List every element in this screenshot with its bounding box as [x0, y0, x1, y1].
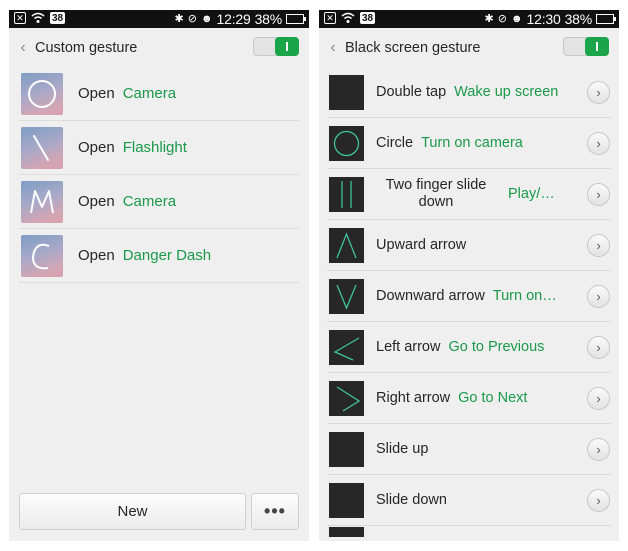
page-title: Black screen gesture: [345, 39, 481, 56]
wifi-icon: [341, 12, 355, 23]
gesture-label: Double tap: [376, 83, 447, 100]
black-screen-gesture-screen: ✕ 38 ✱ ⊘ ☻ 12:30 38% ‹ Black screen gest…: [319, 10, 619, 541]
gesture-label: Slide up: [376, 440, 429, 457]
gesture-label: Circle: [376, 134, 414, 151]
chevron-right-icon[interactable]: ›: [588, 286, 609, 307]
gesture-slide-down-thumbnail: [329, 482, 364, 518]
gesture-row[interactable]: Right arrow Go to Next ›: [327, 373, 611, 424]
gesture-verb: Open: [78, 84, 115, 102]
gesture-m-thumbnail: [21, 180, 63, 223]
gesture-row[interactable]: Double tap Wake up screen ›: [327, 67, 611, 118]
title-bar: ‹ Black screen gesture: [319, 28, 619, 67]
custom-gesture-list: Open Camera Open Flashlight Open Camera Ope…: [19, 67, 299, 283]
gesture-verb: Open: [78, 246, 115, 264]
gesture-label: Left arrow: [376, 338, 441, 355]
battery-percent: 38%: [564, 11, 593, 27]
notification-x-icon: ✕: [324, 12, 336, 24]
chevron-right-icon[interactable]: ›: [588, 82, 609, 103]
back-chevron-icon[interactable]: ‹: [321, 39, 345, 57]
gesture-label: Upward arrow: [376, 236, 467, 253]
gesture-circle-thumbnail: [21, 72, 63, 115]
gesture-up-arrow-thumbnail: [329, 227, 364, 263]
page-title: Custom gesture: [35, 39, 138, 56]
toggle-knob: [585, 37, 609, 56]
gesture-action: Go to Next: [458, 389, 528, 406]
gesture-action: Turn on…: [492, 287, 557, 304]
title-bar: ‹ Custom gesture: [9, 28, 309, 67]
gesture-row[interactable]: Slide down ›: [327, 475, 611, 526]
gesture-two-finger-thumbnail: [329, 176, 364, 212]
chevron-right-icon[interactable]: ›: [588, 388, 609, 409]
new-gesture-button[interactable]: New: [19, 493, 246, 530]
gesture-row[interactable]: Open Danger Dash: [19, 229, 299, 283]
back-chevron-icon[interactable]: ‹: [11, 39, 35, 57]
notification-x-icon: ✕: [14, 12, 26, 24]
gesture-label: Downward arrow: [376, 287, 485, 304]
gesture-target: Camera: [122, 84, 177, 102]
gesture-down-arrow-thumbnail: [329, 278, 364, 314]
android-icon: ☻: [510, 12, 523, 25]
gesture-label: Two finger slide down: [385, 177, 487, 210]
chevron-right-icon[interactable]: ›: [588, 235, 609, 256]
gesture-verb: Open: [78, 138, 115, 156]
gesture-row[interactable]: Open Camera: [19, 67, 299, 121]
gesture-row[interactable]: Left arrow Go to Previous ›: [327, 322, 611, 373]
gesture-slide-up-thumbnail: [329, 431, 364, 467]
gesture-row[interactable]: Slide up ›: [327, 424, 611, 475]
gesture-target: Flashlight: [122, 138, 187, 156]
gesture-thumbnail: [329, 527, 364, 537]
gesture-row[interactable]: Two finger slide down Play/… ›: [327, 169, 611, 220]
chevron-right-icon[interactable]: ›: [588, 133, 609, 154]
notification-count-badge: 38: [360, 12, 376, 24]
battery-icon: [596, 14, 616, 24]
chevron-right-icon[interactable]: ›: [588, 439, 609, 460]
more-options-button[interactable]: •••: [251, 493, 299, 530]
gesture-row[interactable]: Circle Turn on camera ›: [327, 118, 611, 169]
custom-gesture-toggle[interactable]: [253, 37, 299, 56]
gesture-c-thumbnail: [21, 234, 63, 277]
android-icon: ☻: [200, 12, 213, 25]
gesture-target: Danger Dash: [122, 246, 212, 264]
gesture-double-tap-thumbnail: [329, 74, 364, 110]
wifi-icon: [31, 12, 45, 23]
gesture-row[interactable]: Downward arrow Turn on… ›: [327, 271, 611, 322]
gesture-target: Camera: [122, 192, 177, 210]
black-screen-gesture-toggle[interactable]: [563, 37, 609, 56]
gesture-circle-thumbnail: [329, 125, 364, 161]
bluetooth-icon: ✱: [174, 12, 184, 25]
gesture-action: Play/…: [508, 185, 555, 202]
bottom-action-bar: New •••: [19, 493, 299, 531]
notification-count-badge: 38: [50, 12, 66, 24]
gesture-row[interactable]: Upward arrow ›: [327, 220, 611, 271]
battery-icon: [286, 14, 306, 24]
gesture-action: Wake up screen: [454, 83, 559, 100]
bluetooth-icon: ✱: [484, 12, 494, 25]
mute-icon: ⊘: [497, 12, 507, 25]
chevron-right-icon[interactable]: ›: [588, 184, 609, 205]
battery-percent: 38%: [254, 11, 283, 27]
gesture-label: Right arrow: [376, 389, 451, 406]
gesture-backslash-thumbnail: [21, 126, 63, 169]
chevron-right-icon[interactable]: ›: [588, 337, 609, 358]
gesture-action: Turn on camera: [421, 134, 523, 151]
gesture-row-partial: [327, 526, 611, 538]
gesture-action: Go to Previous: [448, 338, 545, 355]
clock: 12:29: [216, 11, 251, 27]
clock: 12:30: [526, 11, 561, 27]
status-bar: ✕ 38 ✱ ⊘ ☻ 12:29 38%: [9, 10, 309, 28]
custom-gesture-screen: ✕ 38 ✱ ⊘ ☻ 12:29 38% ‹ Custom gesture Op…: [9, 10, 309, 541]
mute-icon: ⊘: [187, 12, 197, 25]
status-bar: ✕ 38 ✱ ⊘ ☻ 12:30 38%: [319, 10, 619, 28]
gesture-left-arrow-thumbnail: [329, 329, 364, 365]
gesture-row[interactable]: Open Flashlight: [19, 121, 299, 175]
gesture-label: Slide down: [376, 491, 447, 508]
toggle-knob: [275, 37, 299, 56]
black-screen-gesture-list: Double tap Wake up screen › Circle Turn on…: [319, 67, 619, 538]
gesture-right-arrow-thumbnail: [329, 380, 364, 416]
gesture-verb: Open: [78, 192, 115, 210]
gesture-row[interactable]: Open Camera: [19, 175, 299, 229]
chevron-right-icon[interactable]: ›: [588, 490, 609, 511]
